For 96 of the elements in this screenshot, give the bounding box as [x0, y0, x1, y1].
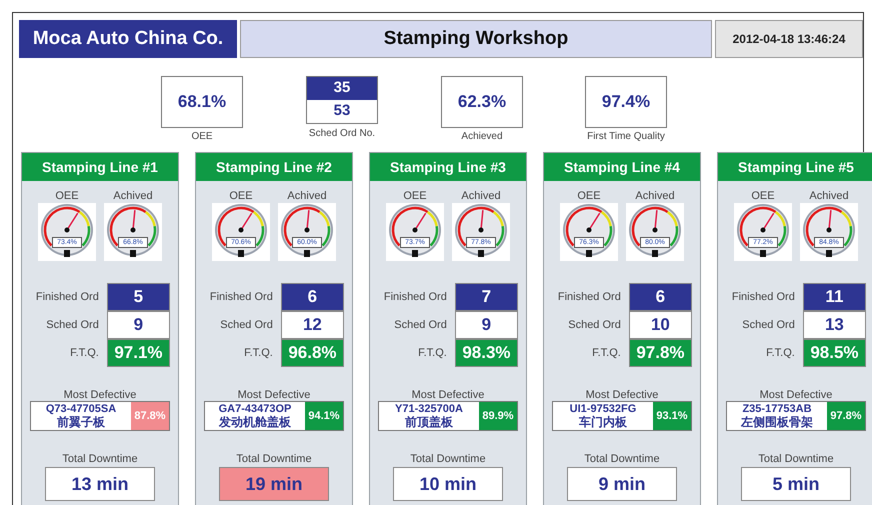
gauge-label: Achived — [461, 189, 501, 203]
metric-value: 10 — [628, 311, 692, 339]
section-label: Total Downtime — [61, 453, 139, 465]
part-name: 车门内板 — [579, 416, 627, 429]
part-name: 发动机舱盖板 — [219, 416, 291, 429]
metric-label: Finished Ord — [730, 290, 796, 305]
metric-value: 7 — [454, 283, 518, 311]
gauge-label: Achived — [635, 189, 675, 203]
part-defect-rate: 93.1% — [653, 402, 691, 430]
needle-hub — [130, 228, 136, 232]
metric-label: F.T.Q. — [417, 346, 448, 361]
downtime-value: 5 min — [741, 467, 851, 501]
section-label: Total Downtime — [409, 453, 487, 465]
metric-label: Sched Ord — [45, 318, 100, 333]
part-number: Z35-17753AB — [742, 403, 812, 416]
part-name: 前顶盖板 — [405, 416, 453, 429]
gauge-label: OEE — [229, 189, 253, 203]
section-label: Most Defective — [62, 389, 138, 401]
needle-hub — [826, 228, 832, 232]
company-name: Moca Auto China Co. — [19, 20, 237, 58]
section-label: Most Defective — [410, 389, 486, 401]
line-title: Stamping Line #4 — [544, 153, 700, 181]
ftq-value: 97.4% — [585, 76, 667, 128]
metric-value: 97.8% — [628, 339, 692, 367]
metric-value: 98.3% — [454, 339, 518, 367]
summary-label: Sched Ord No. — [308, 127, 376, 141]
part-name: 左侧围板骨架 — [741, 416, 813, 429]
metric-value: 98.5% — [802, 339, 866, 367]
part-defect-rate: 97.8% — [827, 402, 865, 430]
gauge-label: OEE — [751, 189, 775, 203]
metric-value: 13 — [802, 311, 866, 339]
needle-hub — [412, 228, 418, 232]
needle-hub — [304, 228, 310, 232]
gauge-label: Achived — [287, 189, 327, 203]
gauge-label: OEE — [403, 189, 427, 203]
part-number: UI1-97532FG — [570, 403, 636, 416]
metric-label: Sched Ord — [393, 318, 448, 333]
metric-value: 6 — [628, 283, 692, 311]
metric-value: 9 — [106, 311, 170, 339]
metric-label: Finished Ord — [34, 290, 100, 305]
metric-label: Sched Ord — [219, 318, 274, 333]
downtime-value: 9 min — [567, 467, 677, 501]
metric-label: Sched Ord — [741, 318, 796, 333]
metric-value: 12 — [280, 311, 344, 339]
metric-label: F.T.Q. — [765, 346, 796, 361]
needle-hub — [652, 228, 658, 232]
summary-label: Achieved — [461, 130, 503, 144]
downtime-value: 10 min — [393, 467, 503, 501]
section-label: Most Defective — [236, 389, 312, 401]
downtime-value: 19 min — [219, 467, 329, 501]
line-title: Stamping Line #1 — [22, 153, 178, 181]
metric-value: 97.1% — [106, 339, 170, 367]
page-title: Stamping Workshop — [240, 20, 712, 58]
line-title: Stamping Line #3 — [370, 153, 526, 181]
section-label: Most Defective — [584, 389, 660, 401]
gauge-label: OEE — [55, 189, 79, 203]
metric-label: F.T.Q. — [243, 346, 274, 361]
section-label: Most Defective — [758, 389, 834, 401]
part-defect-rate: 89.9% — [479, 402, 517, 430]
needle-hub — [238, 228, 244, 232]
part-name: 前翼子板 — [57, 416, 105, 429]
metric-value: 96.8% — [280, 339, 344, 367]
metric-label: Finished Ord — [208, 290, 274, 305]
achieved-value: 62.3% — [441, 76, 523, 128]
part-number: Y71-325700A — [395, 403, 463, 416]
part-defect-rate: 87.8% — [131, 402, 169, 430]
metric-label: Finished Ord — [556, 290, 622, 305]
metric-label: F.T.Q. — [591, 346, 622, 361]
metric-value: 5 — [106, 283, 170, 311]
gauge-label: Achived — [809, 189, 849, 203]
metric-value: 11 — [802, 283, 866, 311]
section-label: Total Downtime — [235, 453, 313, 465]
oee-value: 68.1% — [161, 76, 243, 128]
metric-value: 9 — [454, 311, 518, 339]
needle-hub — [64, 228, 70, 232]
line-title: Stamping Line #5 — [718, 153, 872, 181]
summary-label: First Time Quality — [587, 130, 665, 144]
part-defect-rate: 94.1% — [305, 402, 343, 430]
part-number: Q73-47705SA — [46, 403, 116, 416]
metric-label: Finished Ord — [382, 290, 448, 305]
needle-hub — [478, 228, 484, 232]
needle-hub — [586, 228, 592, 232]
needle-hub — [760, 228, 766, 232]
date-time: 2012-04-18 13:46:24 — [715, 20, 863, 58]
section-label: Total Downtime — [583, 453, 661, 465]
finished-orders-value: 35 — [307, 77, 377, 100]
summary-label: OEE — [191, 130, 213, 144]
part-number: GA7-43473OP — [218, 403, 292, 416]
line-title: Stamping Line #2 — [196, 153, 352, 181]
gauge-label: Achived — [113, 189, 153, 203]
downtime-value: 13 min — [45, 467, 155, 501]
metric-label: Sched Ord — [567, 318, 622, 333]
section-label: Total Downtime — [757, 453, 835, 465]
gauge-label: OEE — [577, 189, 601, 203]
metric-label: F.T.Q. — [69, 346, 100, 361]
metric-value: 6 — [280, 283, 344, 311]
